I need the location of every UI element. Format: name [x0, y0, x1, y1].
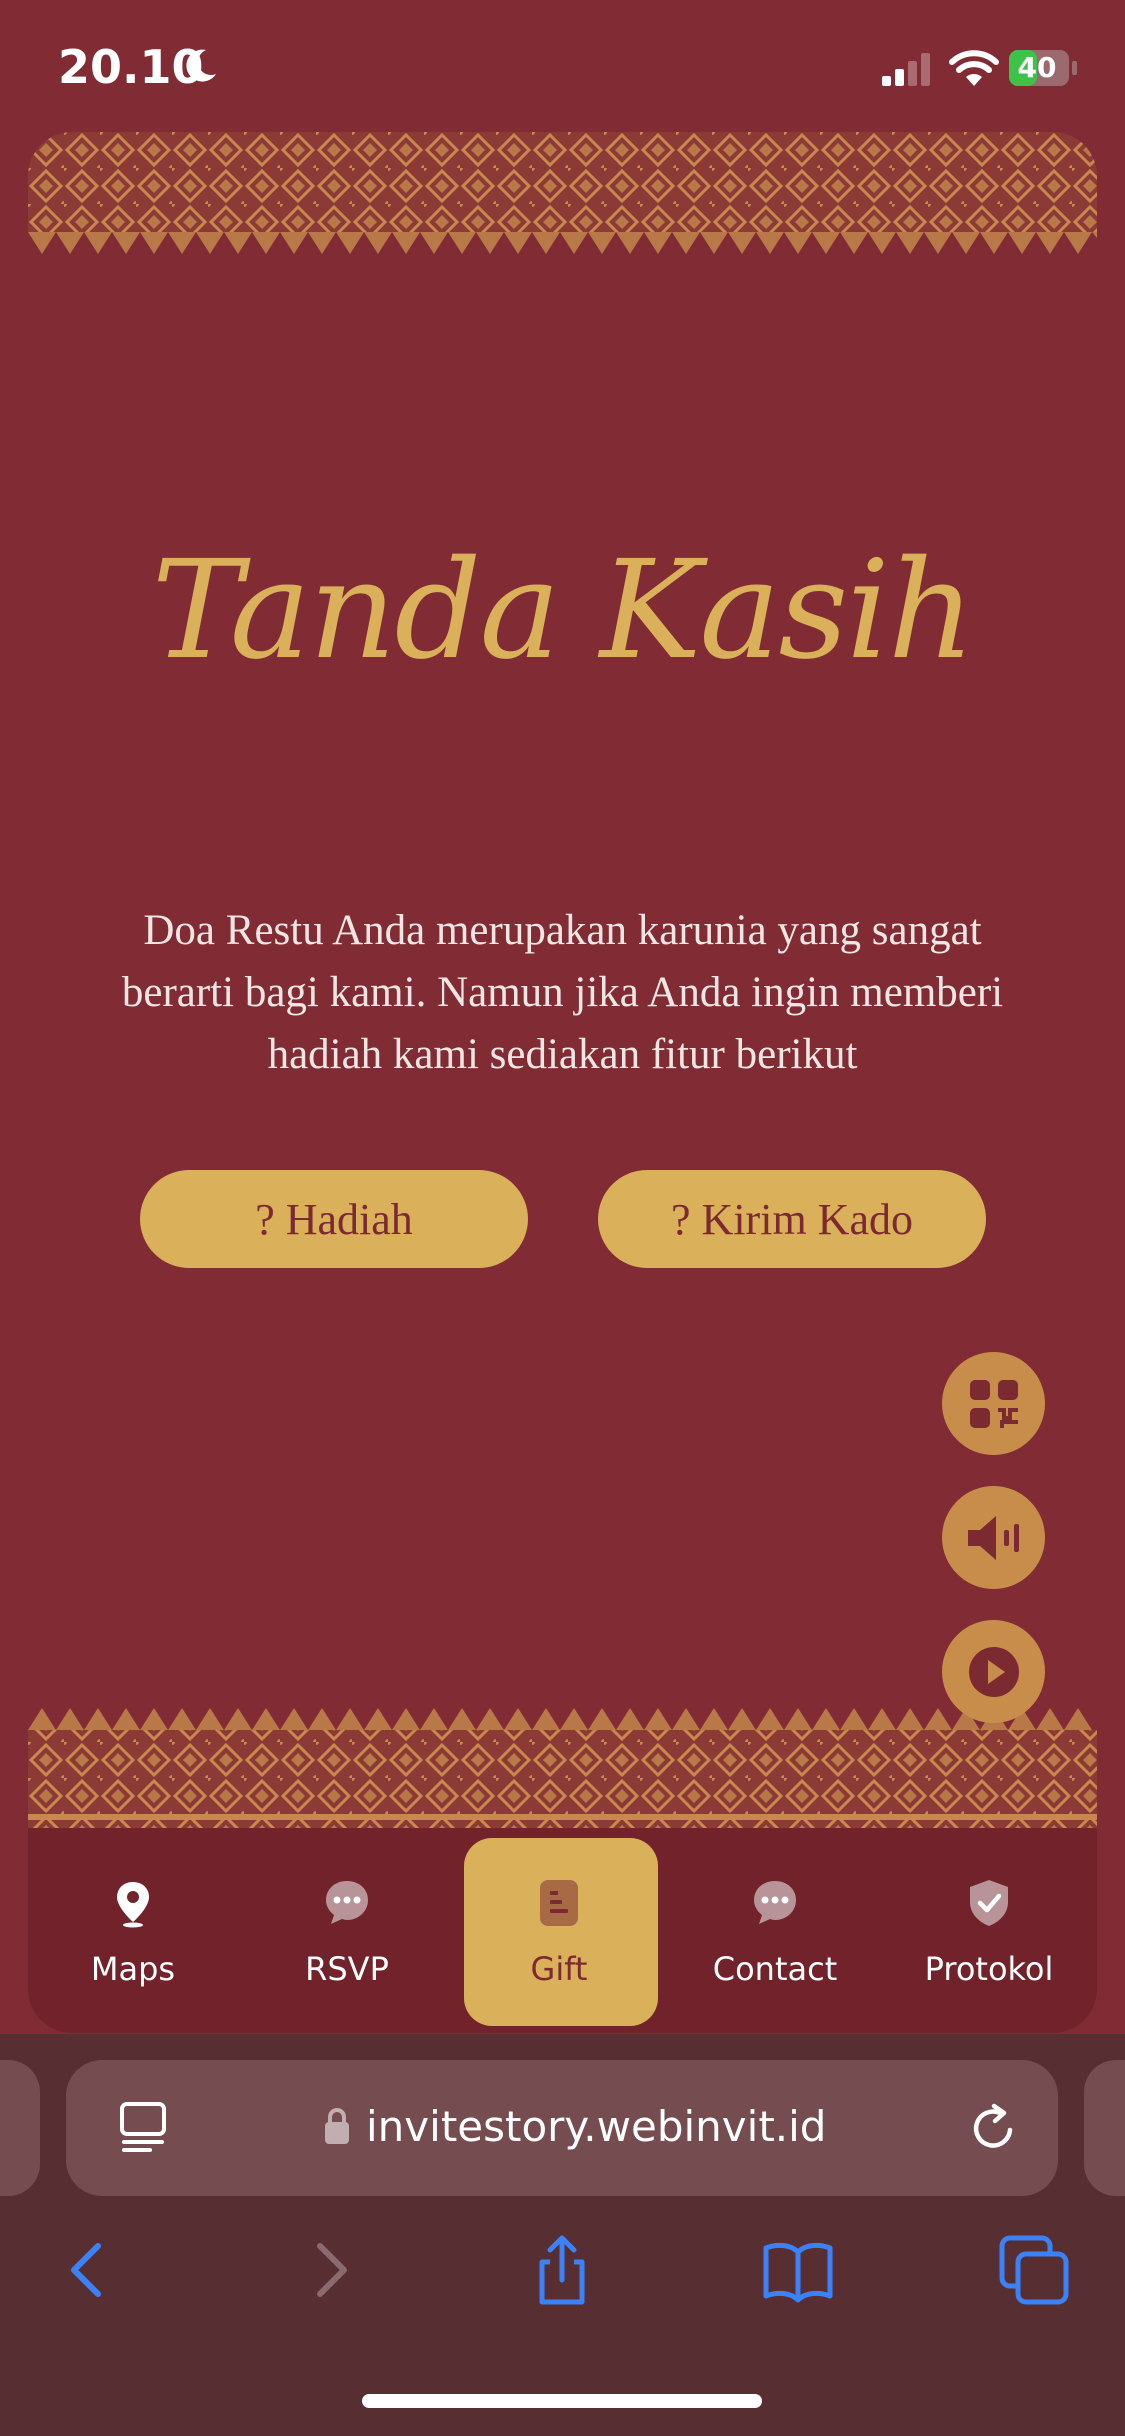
moon-icon [186, 49, 216, 82]
nav-label-contact: Contact [712, 1950, 838, 1988]
bottom-ornament-border [28, 1708, 1097, 1830]
bookmarks-icon[interactable] [760, 2232, 836, 2308]
top-ornament-border [28, 132, 1097, 254]
audio-toggle-button[interactable] [942, 1486, 1045, 1589]
share-icon[interactable] [524, 2232, 600, 2308]
wifi-icon [949, 50, 999, 86]
address-bar[interactable]: invitestory.webinvit.id [66, 2060, 1058, 2196]
status-bar: 20.10 40 [0, 0, 1125, 130]
section-description: Doa Restu Anda merupakan karunia yang sa… [121, 907, 1004, 1078]
nav-item-rsvp[interactable]: RSVP [252, 1838, 442, 2023]
nav-item-gift[interactable]: Gift [464, 1838, 658, 2026]
chat-bubble-icon [754, 1881, 796, 1924]
forward-icon[interactable] [292, 2232, 368, 2308]
tabs-icon[interactable] [996, 2232, 1072, 2308]
gift-document-icon [540, 1880, 578, 1926]
section-title: Tanda Kasih [151, 532, 976, 690]
back-icon[interactable] [50, 2232, 126, 2308]
qr-code-icon [969, 1379, 1018, 1428]
qr-code-button[interactable] [942, 1352, 1045, 1455]
speaker-icon [967, 1515, 1019, 1560]
nav-label-gift: Gift [530, 1950, 588, 1988]
nav-label-protokol: Protokol [924, 1950, 1054, 1988]
nav-label-rsvp: RSVP [305, 1950, 389, 1988]
play-icon [968, 1646, 1019, 1697]
nav-label-maps: Maps [90, 1950, 176, 1988]
url-text: invitestory.webinvit.id [366, 2102, 827, 2151]
hadiah-button[interactable]: ? Hadiah [140, 1170, 528, 1268]
bottom-navigation: Maps RSVP Gift Contact Protokol [28, 1828, 1097, 2033]
map-pin-icon [117, 1882, 149, 1928]
reload-icon[interactable] [966, 2100, 1022, 2156]
kirim-kado-button[interactable]: ? Kirim Kado [598, 1170, 986, 1268]
browser-toolbar: invitestory.webinvit.id [0, 2034, 1125, 2436]
nav-item-protokol[interactable]: Protokol [894, 1838, 1084, 2023]
cellular-signal-icon [882, 53, 930, 86]
home-indicator[interactable] [362, 2394, 762, 2408]
next-tab-preview[interactable] [1084, 2060, 1125, 2196]
nav-item-maps[interactable]: Maps [38, 1838, 228, 2023]
lock-icon [325, 2108, 349, 2144]
previous-tab-preview[interactable] [0, 2060, 40, 2196]
page-menu-icon[interactable] [116, 2100, 170, 2156]
nav-item-contact[interactable]: Contact [680, 1838, 870, 2023]
battery-level: 40 [1017, 51, 1057, 84]
play-button[interactable] [942, 1620, 1045, 1723]
chat-bubble-icon [326, 1881, 368, 1924]
shield-check-icon [970, 1880, 1008, 1926]
